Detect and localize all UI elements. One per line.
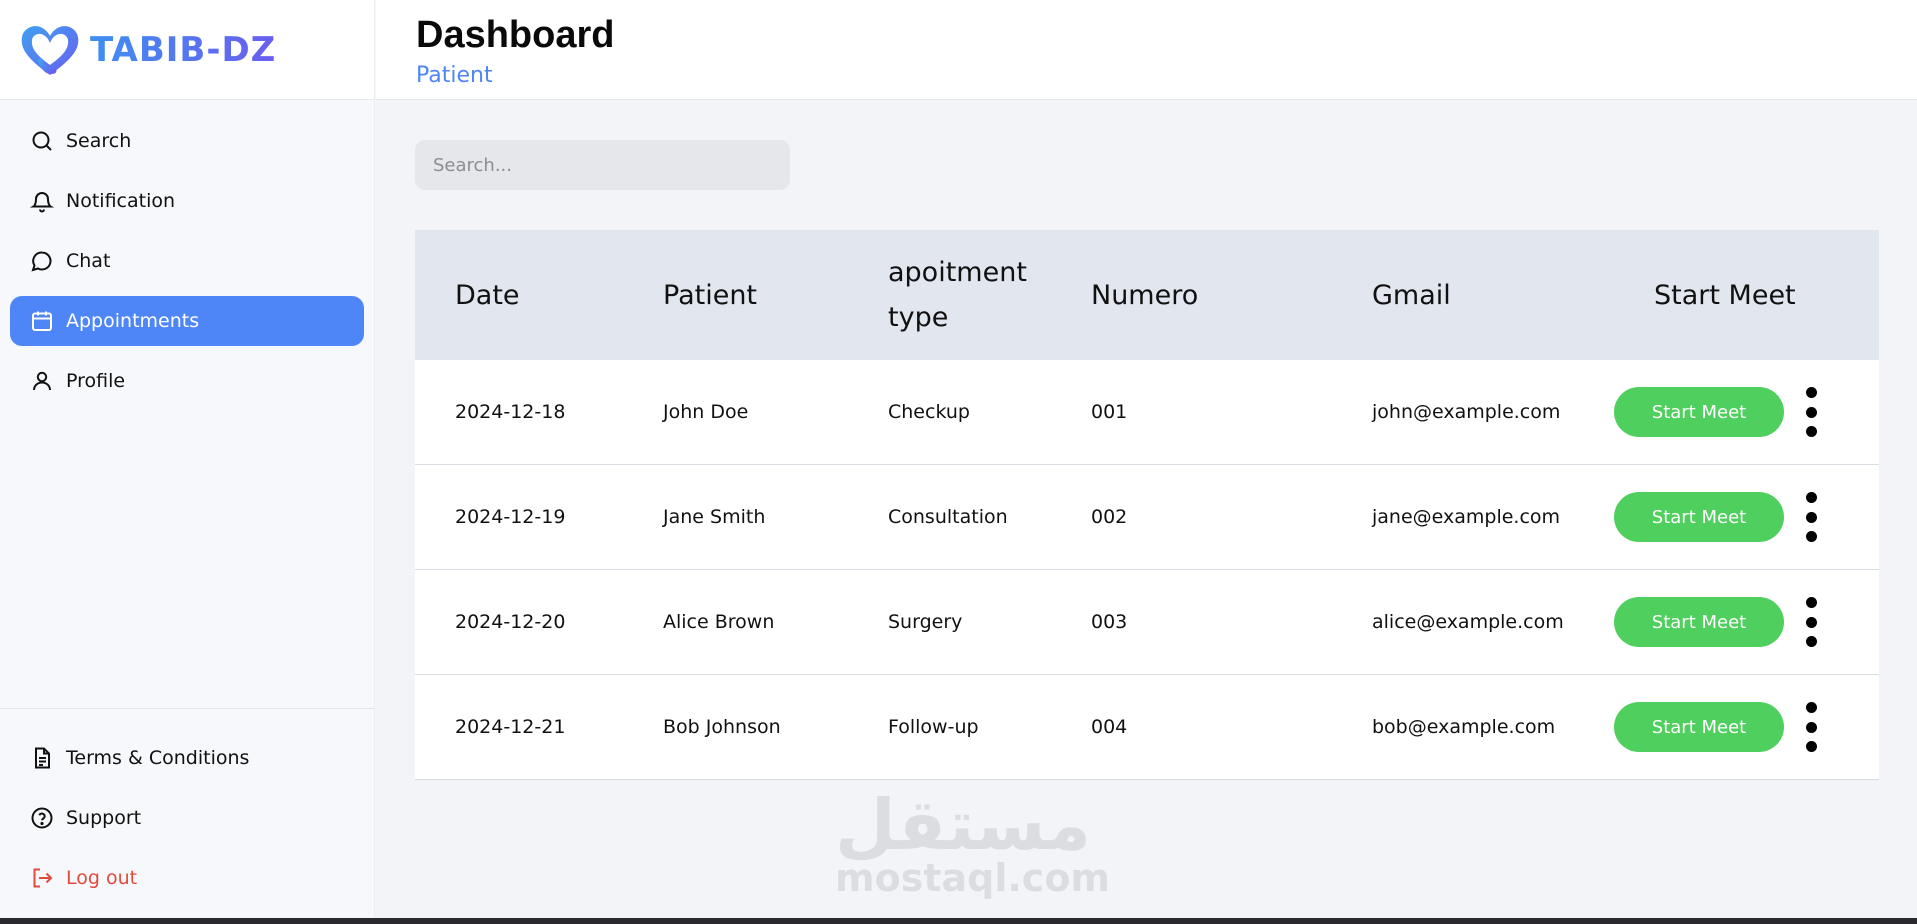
watermark-arabic: مستقل: [835, 784, 1092, 866]
brand-name: TABIB-DZ: [90, 29, 277, 70]
page-subtitle: Patient: [416, 63, 493, 88]
cell-date: 2024-12-21: [455, 716, 566, 738]
search-input[interactable]: [415, 140, 790, 190]
start-meet-button[interactable]: Start Meet: [1614, 492, 1784, 542]
brand-logo[interactable]: TABIB-DZ: [0, 0, 374, 100]
watermark-latin: mostaql.com: [835, 856, 1111, 900]
sidebar-item-label: Appointments: [66, 310, 200, 332]
cell-date: 2024-12-18: [455, 401, 566, 423]
cell-type: Consultation: [888, 506, 1008, 528]
cell-patient: Jane Smith: [663, 506, 766, 528]
sidebar-item-search[interactable]: Search: [10, 116, 364, 166]
sidebar: TABIB-DZ Search Notification Chat Appoin…: [0, 0, 375, 924]
watermark: مستقل mostaql.com: [835, 784, 1111, 900]
sidebar-item-support[interactable]: Support: [10, 793, 364, 843]
page-title: Dashboard: [416, 14, 615, 56]
bottom-edge-bar: [0, 918, 1917, 924]
cell-date: 2024-12-19: [455, 506, 566, 528]
start-meet-button[interactable]: Start Meet: [1614, 702, 1784, 752]
cell-type: Checkup: [888, 401, 970, 423]
column-header-start-meet: Start Meet: [1654, 279, 1796, 311]
cell-patient: John Doe: [663, 401, 749, 423]
chat-icon: [31, 251, 52, 272]
more-options-icon[interactable]: [1800, 702, 1822, 752]
sidebar-item-label: Terms & Conditions: [66, 747, 250, 769]
sidebar-nav: Search Notification Chat Appointments Pr…: [0, 100, 374, 406]
cell-numero: 001: [1091, 401, 1128, 423]
cell-type: Surgery: [888, 611, 963, 633]
sidebar-footer: Terms & Conditions Support Log out: [0, 708, 374, 924]
column-header-type: apoitment type: [888, 257, 1027, 333]
sidebar-item-appointments[interactable]: Appointments: [10, 296, 364, 346]
heart-logo-icon: [21, 25, 79, 75]
calendar-icon: [32, 311, 52, 331]
column-header-gmail: Gmail: [1372, 279, 1451, 311]
page-header: Dashboard Patient: [376, 0, 1917, 100]
column-header-patient: Patient: [663, 279, 758, 311]
logout-icon: [33, 868, 53, 888]
table-row: 2024-12-20 Alice Brown Surgery 003 alice…: [415, 570, 1879, 675]
sidebar-item-label: Notification: [66, 190, 176, 212]
column-header-numero: Numero: [1091, 279, 1199, 311]
column-header-date: Date: [455, 279, 520, 311]
start-meet-button[interactable]: Start Meet: [1614, 387, 1784, 437]
sidebar-item-terms[interactable]: Terms & Conditions: [10, 733, 364, 783]
document-icon: [35, 747, 50, 769]
cell-patient: Alice Brown: [663, 611, 775, 633]
sidebar-item-label: Profile: [66, 370, 126, 392]
sidebar-item-profile[interactable]: Profile: [10, 356, 364, 406]
cell-type: Follow-up: [888, 716, 979, 738]
sidebar-item-label: Support: [66, 807, 142, 829]
cell-gmail: bob@example.com: [1372, 716, 1556, 738]
sidebar-item-chat[interactable]: Chat: [10, 236, 364, 286]
table-row: 2024-12-18 John Doe Checkup 001 john@exa…: [415, 360, 1879, 465]
cell-gmail: john@example.com: [1372, 401, 1561, 423]
sidebar-item-notification[interactable]: Notification: [10, 176, 364, 226]
help-icon: [31, 807, 53, 829]
bell-icon: [30, 192, 54, 213]
cell-numero: 003: [1091, 611, 1128, 633]
table-row: 2024-12-19 Jane Smith Consultation 002 j…: [415, 465, 1879, 570]
table-header: Date Patient apoitment type Numero Gmail…: [415, 230, 1879, 360]
sidebar-item-label: Chat: [66, 250, 111, 272]
cell-numero: 004: [1091, 716, 1128, 738]
user-icon: [33, 371, 51, 391]
start-meet-button[interactable]: Start Meet: [1614, 597, 1784, 647]
sidebar-item-label: Search: [66, 130, 132, 152]
sidebar-item-label: Log out: [66, 867, 138, 889]
more-options-icon[interactable]: [1800, 387, 1822, 437]
table-row: 2024-12-21 Bob Johnson Follow-up 004 bob…: [415, 675, 1879, 780]
sidebar-item-logout[interactable]: Log out: [10, 853, 364, 903]
cell-date: 2024-12-20: [455, 611, 566, 633]
more-options-icon[interactable]: [1800, 492, 1822, 542]
search-icon: [32, 131, 52, 151]
more-options-icon[interactable]: [1800, 597, 1822, 647]
cell-gmail: alice@example.com: [1372, 611, 1564, 633]
cell-gmail: jane@example.com: [1372, 506, 1561, 528]
appointments-table: Date Patient apoitment type Numero Gmail…: [415, 230, 1879, 780]
cell-patient: Bob Johnson: [663, 716, 781, 738]
cell-numero: 002: [1091, 506, 1128, 528]
